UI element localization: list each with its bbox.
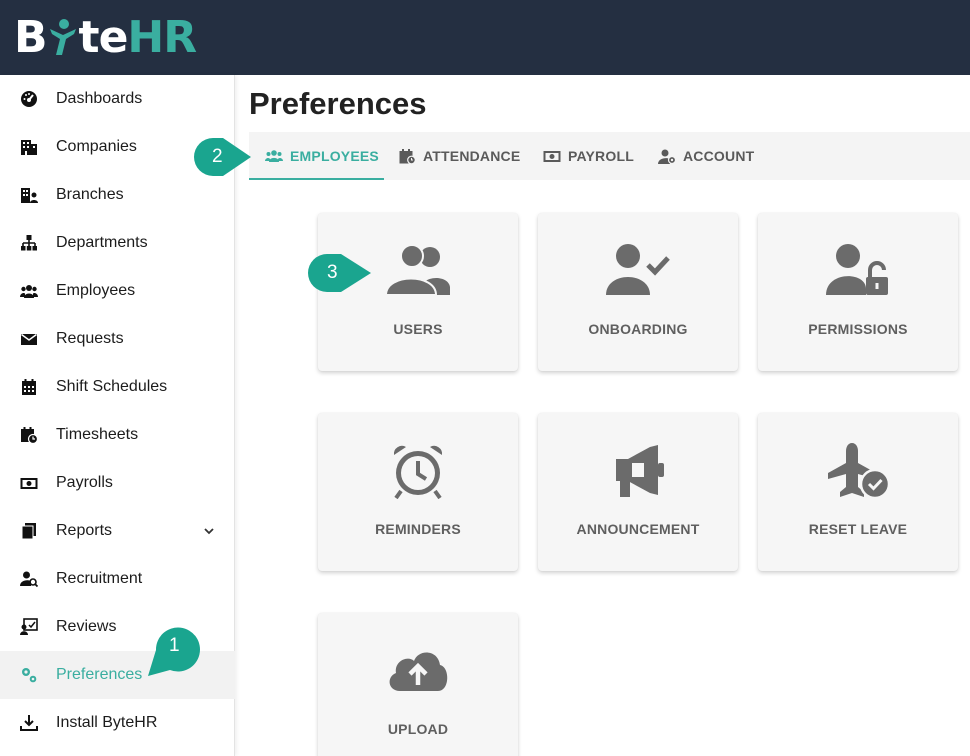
logo-letter-b: B [14, 11, 48, 63]
sidebar-item-label: Branches [56, 186, 124, 203]
card-label: ONBOARDING [588, 321, 688, 337]
card-label: RESET LEAVE [808, 521, 908, 537]
timesheets-icon [21, 427, 38, 444]
card-label: PERMISSIONS [808, 321, 908, 337]
active-tab-indicator [249, 178, 384, 180]
preferences-icon [22, 668, 37, 683]
sidebar-item-timesheets[interactable]: Timesheets [0, 411, 235, 459]
account-icon [658, 149, 676, 164]
sidebar-item-label: Preferences [56, 666, 143, 683]
sidebar-item-label: Companies [56, 138, 137, 155]
sidebar-item-label: Reviews [56, 618, 117, 635]
sidebar-item-label: Recruitment [56, 570, 143, 587]
logo-letters-te: te [78, 11, 129, 63]
sidebar-item-label: Install ByteHR [56, 714, 158, 731]
tab-label: ACCOUNT [683, 148, 755, 164]
sidebar-item-label: Payrolls [56, 474, 113, 491]
payrolls-icon [20, 478, 38, 489]
card-label: USERS [393, 321, 443, 337]
sidebar-item-install-bytehr[interactable]: Install ByteHR [0, 699, 235, 747]
tab-employees[interactable]: EMPLOYEES [265, 132, 379, 180]
sidebar-item-label: Reports [56, 522, 113, 539]
top-header: B te HR [0, 0, 970, 75]
reports-icon [21, 523, 36, 540]
cloud-upload-icon [389, 652, 448, 691]
sidebar-item-departments[interactable]: Departments [0, 219, 235, 267]
sidebar-item-payrolls[interactable]: Payrolls [0, 459, 235, 507]
card-reminders[interactable]: REMINDERS [318, 413, 518, 571]
callout-1: 1 [146, 626, 200, 678]
sidebar-item-shift-schedules[interactable]: Shift Schedules [0, 363, 235, 411]
reviews-icon [20, 618, 38, 635]
user-check-icon [606, 244, 670, 295]
sidebar-item-reports[interactable]: Reports [0, 507, 235, 555]
users-icon [386, 244, 450, 296]
tab-label: ATTENDANCE [423, 148, 521, 164]
callout-2-marker-icon [194, 138, 251, 176]
sidebar-item-employees[interactable]: Employees [0, 267, 235, 315]
megaphone-icon [616, 445, 664, 497]
sidebar-item-label: Requests [56, 330, 124, 347]
sidebar-item-recruitment[interactable]: Recruitment [0, 555, 235, 603]
bytehr-logo[interactable]: B te HR [14, 11, 197, 63]
card-upload[interactable]: UPLOAD [318, 613, 518, 756]
card-permissions[interactable]: PERMISSIONS [758, 213, 958, 371]
callout-3-marker-icon [308, 254, 371, 292]
requests-icon [21, 333, 37, 345]
alarm-clock-icon [393, 445, 443, 499]
sidebar-item-label: Dashboards [56, 90, 143, 107]
recruitment-icon [20, 571, 38, 588]
callout-2: 2 [193, 137, 253, 177]
sidebar-item-label: Shift Schedules [56, 378, 168, 395]
card-onboarding[interactable]: ONBOARDING [538, 213, 738, 371]
dashboard-icon [21, 91, 37, 107]
employees-icon [265, 150, 283, 162]
card-announcement[interactable]: ANNOUNCEMENT [538, 413, 738, 571]
download-icon [20, 715, 38, 731]
sidebar-item-label: Employees [56, 282, 136, 299]
departments-icon [21, 235, 37, 251]
payroll-icon [543, 150, 561, 162]
sidebar-item-label: Departments [56, 234, 148, 251]
tab-label: PAYROLL [568, 148, 634, 164]
sidebar-item-branches[interactable]: Branches [0, 171, 235, 219]
calendar-icon [22, 379, 36, 395]
tab-payroll[interactable]: PAYROLL [543, 132, 634, 180]
preferences-tabs: EMPLOYEES ATTENDANCE PAYROLL ACCOUNT [249, 132, 970, 180]
callout-label: 1 [169, 635, 180, 656]
tab-attendance[interactable]: ATTENDANCE [399, 132, 520, 180]
plane-check-icon [828, 443, 890, 499]
card-label: ANNOUNCEMENT [576, 521, 700, 537]
callout-label: 2 [212, 146, 223, 167]
logo-letters-hr: HR [127, 11, 197, 63]
logo-figure-icon [48, 15, 78, 59]
callout-3: 3 [307, 253, 373, 293]
sidebar-item-dashboards[interactable]: Dashboards [0, 75, 235, 123]
branches-icon [21, 188, 38, 203]
user-lock-icon [826, 244, 888, 295]
callout-label: 3 [327, 262, 338, 283]
employees-icon [20, 285, 38, 298]
page-title: Preferences [249, 86, 427, 121]
card-label: UPLOAD [387, 721, 449, 737]
card-label: REMINDERS [375, 521, 461, 537]
sidebar-item-requests[interactable]: Requests [0, 315, 235, 363]
tab-label: EMPLOYEES [290, 148, 379, 164]
card-reset-leave[interactable]: RESET LEAVE [758, 413, 958, 571]
chevron-down-icon[interactable] [202, 524, 216, 538]
tab-account[interactable]: ACCOUNT [658, 132, 754, 180]
attendance-icon [399, 148, 416, 164]
sidebar-item-label: Timesheets [56, 426, 139, 443]
companies-icon [21, 140, 37, 155]
